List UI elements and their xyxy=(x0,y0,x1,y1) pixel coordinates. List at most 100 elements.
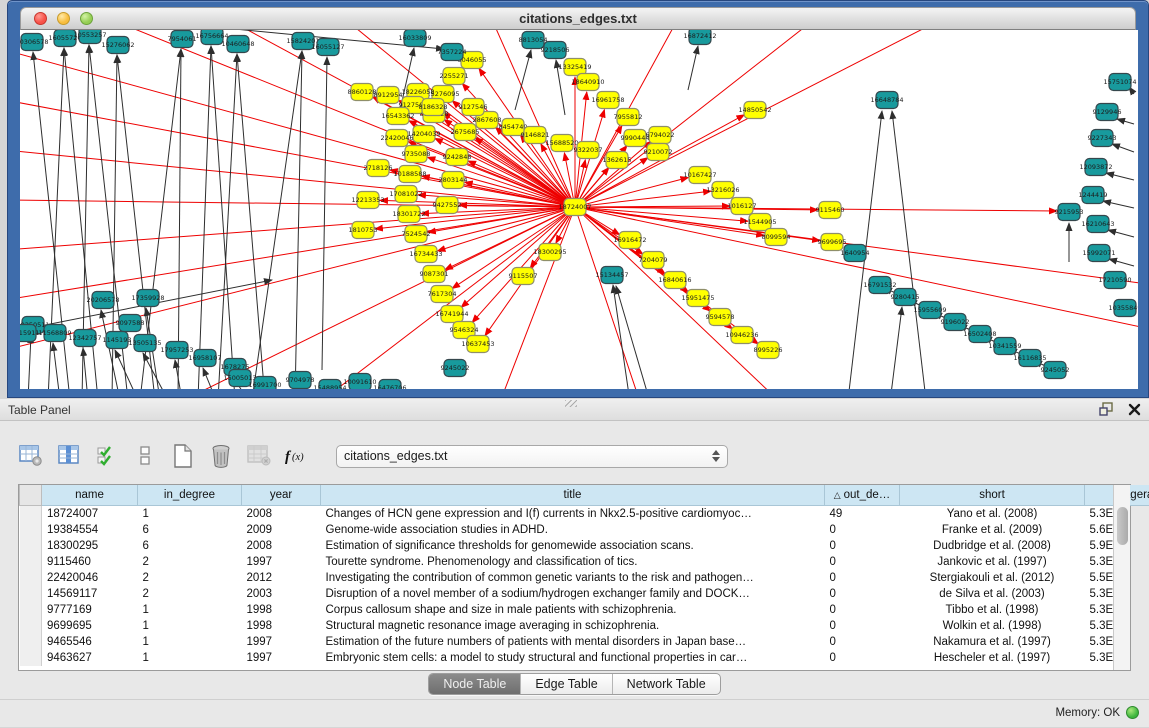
column-header-title[interactable]: title xyxy=(321,485,825,506)
table-cell[interactable]: Franke et al. (2009) xyxy=(900,522,1085,538)
network-node[interactable]: 1810753 xyxy=(349,222,378,239)
table-cell[interactable]: Structural magnetic resonance image aver… xyxy=(321,618,825,634)
table-cell[interactable]: 1997 xyxy=(242,634,321,650)
table-cell[interactable]: 2008 xyxy=(242,506,321,523)
network-node[interactable]: 9087301 xyxy=(420,266,449,283)
network-node[interactable]: 16648784 xyxy=(870,92,903,109)
table-cell[interactable]: de Silva et al. (2003) xyxy=(900,586,1085,602)
table-row[interactable]: 946554611997Estimation of the future num… xyxy=(20,634,1149,650)
citation-network-graph[interactable]: 9046055225527115276095801202814204039973… xyxy=(20,30,1138,389)
table-row[interactable]: 969969511998Structural magnetic resonanc… xyxy=(20,618,1149,634)
new-file-icon[interactable] xyxy=(170,443,196,469)
table-scrollbar[interactable] xyxy=(1113,485,1130,670)
table-cell[interactable]: 14569117 xyxy=(42,586,138,602)
network-node[interactable]: 7954061 xyxy=(168,31,197,48)
table-cell[interactable]: Wolkin et al. (1998) xyxy=(900,618,1085,634)
column-header-year[interactable]: year xyxy=(242,485,321,506)
table-cell[interactable]: Dudbridge et al. (2008) xyxy=(900,538,1085,554)
network-node[interactable]: 2718126 xyxy=(364,160,393,177)
network-node[interactable]: 1244419 xyxy=(1079,187,1108,204)
table-cell[interactable]: 0 xyxy=(825,522,900,538)
table-row[interactable]: 1872400712008Changes of HCN gene express… xyxy=(20,506,1149,523)
network-node[interactable]: 15488954 xyxy=(313,380,346,390)
table-cell[interactable]: 9463627 xyxy=(42,650,138,666)
network-node[interactable]: 13216026 xyxy=(706,182,739,199)
network-node[interactable]: 10188588 xyxy=(393,166,426,183)
table-cell[interactable]: 18300295 xyxy=(42,538,138,554)
table-cell[interactable]: Hescheler et al. (1997) xyxy=(900,650,1085,666)
memory-status-button[interactable]: Memory: OK xyxy=(1055,706,1139,719)
network-node[interactable]: 9699695 xyxy=(818,234,847,251)
network-node[interactable]: 10167427 xyxy=(683,167,716,184)
network-node[interactable]: 20306578 xyxy=(20,34,49,51)
table-selector-dropdown[interactable]: citations_edges.txt xyxy=(336,445,728,468)
table-cell[interactable]: 22420046 xyxy=(42,570,138,586)
table-cell[interactable]: 2 xyxy=(138,570,242,586)
table-cell[interactable]: 9699695 xyxy=(42,618,138,634)
table-cell[interactable]: Jankovic et al. (1997) xyxy=(900,554,1085,570)
network-node[interactable]: 12342757 xyxy=(68,330,101,347)
table-cell[interactable]: 1997 xyxy=(242,650,321,666)
network-node[interactable]: 7357224 xyxy=(438,44,467,61)
network-node[interactable]: 16840616 xyxy=(658,272,691,289)
network-node[interactable]: 17359928 xyxy=(131,290,164,307)
network-node[interactable]: 16033809 xyxy=(398,30,431,47)
network-node[interactable]: 9115460 xyxy=(816,202,845,219)
table-cell[interactable]: Corpus callosum shape and size in male p… xyxy=(321,602,825,618)
network-node[interactable]: 1145193 xyxy=(103,332,132,349)
float-panel-icon[interactable] xyxy=(1099,402,1114,416)
network-node[interactable]: 10355849 xyxy=(1108,300,1138,317)
table-cell[interactable]: 2008 xyxy=(242,538,321,554)
trash-icon[interactable] xyxy=(208,443,234,469)
table-cell[interactable]: 0 xyxy=(825,586,900,602)
table-cell[interactable]: Estimation of the future numbers of pati… xyxy=(321,634,825,650)
table-cell[interactable]: 1 xyxy=(138,634,242,650)
network-node[interactable]: 9196022 xyxy=(941,314,970,331)
table-settings-icon[interactable] xyxy=(18,443,44,469)
table-cell[interactable]: 6 xyxy=(138,522,242,538)
table-cell[interactable]: 0 xyxy=(825,602,900,618)
network-node[interactable]: 9322037 xyxy=(574,142,603,159)
network-node[interactable]: 15751074 xyxy=(1103,74,1136,91)
network-node[interactable]: 9227343 xyxy=(1088,130,1117,147)
table-cell[interactable]: 1 xyxy=(138,506,242,523)
table-cell[interactable]: 6 xyxy=(138,538,242,554)
table-cell[interactable]: Tibbo et al. (1998) xyxy=(900,602,1085,618)
table-cell[interactable]: Nakamura et al. (1997) xyxy=(900,634,1085,650)
tab-edge-table[interactable]: Edge Table xyxy=(521,674,612,694)
network-node[interactable]: 14850542 xyxy=(738,102,771,119)
network-node[interactable]: 15134457 xyxy=(595,267,628,284)
network-node[interactable]: 16476706 xyxy=(373,380,406,390)
window-titlebar[interactable]: citations_edges.txt xyxy=(20,7,1136,30)
column-header-short[interactable]: short xyxy=(900,485,1085,506)
network-node[interactable]: 8186328 xyxy=(419,99,448,116)
column-header-in_degree[interactable]: in_degree xyxy=(138,485,242,506)
network-node[interactable]: 2255271 xyxy=(440,68,469,85)
network-node[interactable]: 7617304 xyxy=(428,286,457,303)
table-cell[interactable]: 1 xyxy=(138,602,242,618)
network-canvas[interactable]: 9046055225527115276095801202814204039973… xyxy=(20,30,1138,389)
network-node[interactable]: 2675685 xyxy=(451,124,480,141)
table-row[interactable]: 2242004622012Investigating the contribut… xyxy=(20,570,1149,586)
network-node[interactable]: 9218506 xyxy=(541,42,570,59)
table-row[interactable]: 1938455462009Genome-wide association stu… xyxy=(20,522,1149,538)
table-cell[interactable]: 2009 xyxy=(242,522,321,538)
table-cell[interactable]: 49 xyxy=(825,506,900,523)
network-node[interactable]: 18300295 xyxy=(533,244,566,261)
table-row[interactable]: 977716911998Corpus callosum shape and si… xyxy=(20,602,1149,618)
network-node[interactable]: 8860128 xyxy=(348,84,377,101)
network-node[interactable]: 7204079 xyxy=(639,252,668,269)
network-node[interactable]: 9097588 xyxy=(116,315,145,332)
select-rows-icon[interactable] xyxy=(94,443,120,469)
show-column-icon[interactable] xyxy=(56,443,82,469)
table-cell[interactable]: 19384554 xyxy=(42,522,138,538)
close-panel-icon[interactable] xyxy=(1128,403,1141,416)
network-node[interactable]: 9735088 xyxy=(402,146,431,163)
table-cell[interactable]: 2012 xyxy=(242,570,321,586)
network-node[interactable]: 9427552 xyxy=(433,197,462,214)
table-cell[interactable]: Tourette syndrome. Phenomenology and cla… xyxy=(321,554,825,570)
table-cell[interactable]: 2 xyxy=(138,586,242,602)
table-cell[interactable]: 2 xyxy=(138,554,242,570)
network-node[interactable]: 7955812 xyxy=(614,109,643,126)
table-cell[interactable]: 9465546 xyxy=(42,634,138,650)
